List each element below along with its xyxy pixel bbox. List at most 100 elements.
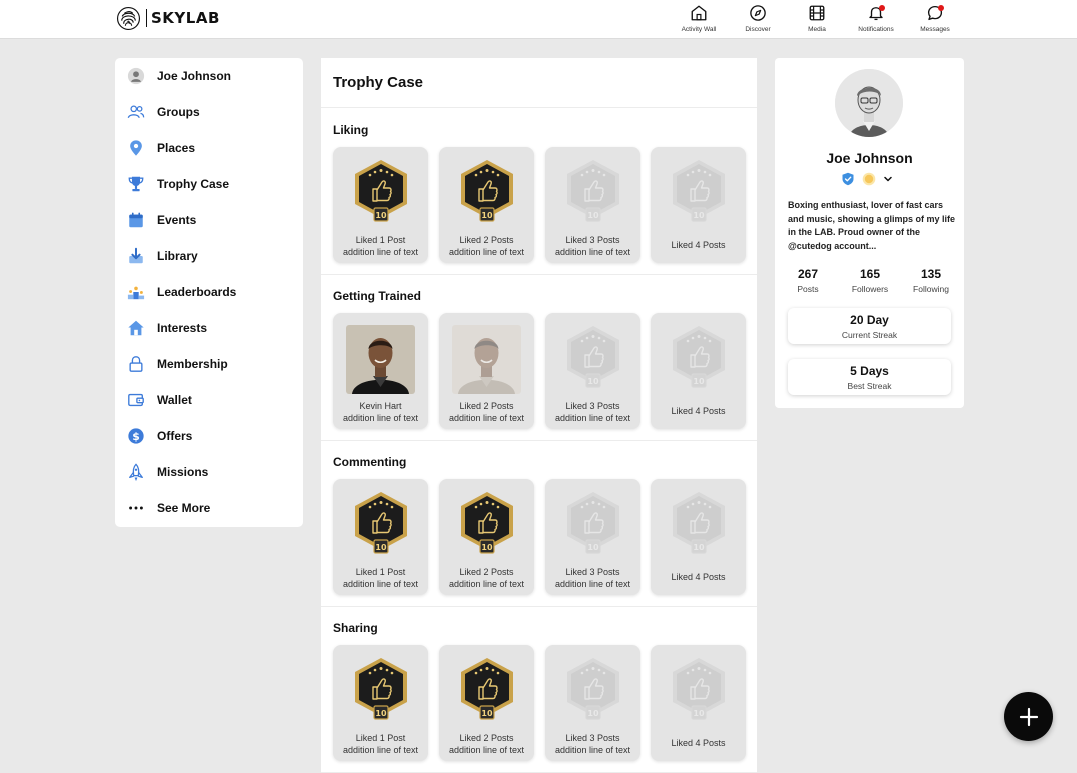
trophy-subtitle: addition line of text [342,579,419,589]
trophy-card[interactable]: 10 Liked 2 Posts addition line of text [439,479,534,595]
trophy-card[interactable]: Liked 2 Posts addition line of text [439,313,534,429]
trophy-caption: Liked 3 Posts addition line of text [545,400,640,424]
brand-logo[interactable]: SKYLAB [116,6,220,30]
sidebar-item-places[interactable]: Places [115,132,303,164]
notification-dot [879,5,885,11]
trophy-caption: Liked 4 Posts [651,571,746,583]
sidebar-item-library[interactable]: Library [115,240,303,272]
logo-divider [146,9,147,27]
badge-level: 10 [481,543,493,552]
sidebar-item-label: Joe Johnson [157,69,232,83]
nav-media[interactable]: Media [787,4,847,36]
calendar-icon [126,210,146,230]
sidebar-item-label: Places [157,141,196,155]
stat-posts[interactable]: 267 Posts [778,267,838,294]
trophy-card[interactable]: 10 Liked 4 Posts [651,313,746,429]
trophy-caption: Liked 3 Posts addition line of text [545,566,640,590]
trophy-title: Liked 1 Post [355,235,406,245]
nav-notifications[interactable]: Notifications [846,4,906,36]
wallet-icon [126,390,146,410]
top-bar: SKYLAB Activity Wall Discover Media Noti… [0,0,1077,39]
badge-level: 10 [693,543,705,552]
thumbs-up-badge-icon: 10 [461,492,513,554]
badge-level: 10 [587,543,599,552]
chevron-down-icon[interactable] [883,174,893,184]
trophy-title: Liked 2 Posts [459,567,514,577]
profile-badges [841,172,893,186]
nav-label: Notifications [858,26,894,33]
stat-following[interactable]: 135 Following [901,267,961,294]
stat-followers[interactable]: 165 Followers [840,267,900,294]
trophy-caption: Liked 2 Posts addition line of text [439,732,534,756]
trophy-card[interactable]: Kevin Hart addition line of text [333,313,428,429]
trophy-title: Liked 3 Posts [565,567,620,577]
badge-level: 10 [481,211,493,220]
trophy-card[interactable]: 10 Liked 1 Post addition line of text [333,645,428,761]
map-pin-icon [126,138,146,158]
sidebar-item-label: Events [157,213,197,227]
profile-name: Joe Johnson [826,150,913,166]
sidebar-item-offers[interactable]: $ Offers [115,420,303,452]
trophy-card[interactable]: 10 Liked 4 Posts [651,479,746,595]
trophy-subtitle: addition line of text [342,247,419,257]
trophy-subtitle: addition line of text [342,745,419,755]
sidebar-item-missions[interactable]: Missions [115,456,303,488]
sidebar-item-events[interactable]: Events [115,204,303,236]
trophy-caption: Liked 2 Posts addition line of text [439,400,534,424]
sidebar-item-label: Trophy Case [157,177,230,191]
trophy-caption: Liked 2 Posts addition line of text [439,234,534,258]
streak-label: Best Streak [847,381,892,391]
badge-level: 10 [587,211,599,220]
trophy-card[interactable]: 10 Liked 1 Post addition line of text [333,479,428,595]
trophy-card[interactable]: 10 Liked 4 Posts [651,147,746,263]
trophy-card[interactable]: 10 Liked 3 Posts addition line of text [545,313,640,429]
current-streak-card: 20 Day Current Streak [788,308,951,344]
nav-label: Activity Wall [681,26,717,33]
sidebar-item-label: Membership [157,357,228,371]
badge-level: 10 [375,543,387,552]
trophy-subtitle: addition line of text [554,745,631,755]
badge-level: 10 [587,709,599,718]
badge-level: 10 [587,377,599,386]
sidebar-item-profile[interactable]: Joe Johnson [115,60,303,92]
trophy-title: Liked 4 Posts [671,240,726,250]
rocket-icon [126,462,146,482]
section-title: Liking [333,123,369,137]
sidebar-item-wallet[interactable]: Wallet [115,384,303,416]
dollar-icon: $ [126,426,146,446]
trophy-section: Liking 10 Liked 1 Post addition line of tex… [321,109,757,275]
create-post-button[interactable] [1004,692,1053,741]
trophy-card[interactable]: 10 Liked 3 Posts addition line of text [545,479,640,595]
sidebar-item-label: Leaderboards [157,285,237,299]
nav-messages[interactable]: Messages [905,4,965,36]
profile-card: Joe Johnson Boxing enthusiast, lover of … [775,58,964,408]
trophy-card[interactable]: 10 Liked 1 Post addition line of text [333,147,428,263]
badge-level: 10 [693,211,705,220]
trophy-title: Liked 4 Posts [671,406,726,416]
sidebar-item-see-more[interactable]: See More [115,492,303,524]
trophy-card[interactable]: 10 Liked 4 Posts [651,645,746,761]
stat-label: Followers [851,284,889,294]
avatar[interactable] [835,69,903,137]
home-icon [691,5,707,21]
trophy-card[interactable]: 10 Liked 2 Posts addition line of text [439,645,534,761]
sidebar-item-groups[interactable]: Groups [115,96,303,128]
nav-activity-wall[interactable]: Activity Wall [669,4,729,36]
trophy-card[interactable]: 10 Liked 2 Posts addition line of text [439,147,534,263]
sidebar-item-label: Interests [157,321,208,335]
thumbs-up-badge-icon: 10 [673,326,725,388]
trophy-subtitle: addition line of text [448,247,525,257]
nav-label: Media [808,26,826,33]
nav-discover[interactable]: Discover [728,4,788,36]
streak-label: Current Streak [841,330,898,340]
sidebar-item-trophy-case[interactable]: Trophy Case [115,168,303,200]
sidebar-item-interests[interactable]: Interests [115,312,303,344]
sidebar-item-membership[interactable]: Membership [115,348,303,380]
sidebar-item-leaderboards[interactable]: Leaderboards [115,276,303,308]
trophy-card[interactable]: 10 Liked 3 Posts addition line of text [545,645,640,761]
plus-icon [1019,707,1038,726]
trophy-card[interactable]: 10 Liked 3 Posts addition line of text [545,147,640,263]
trophy-title: Liked 3 Posts [565,733,620,743]
brand-name: SKYLAB [151,9,220,27]
more-dots-icon [126,498,146,518]
